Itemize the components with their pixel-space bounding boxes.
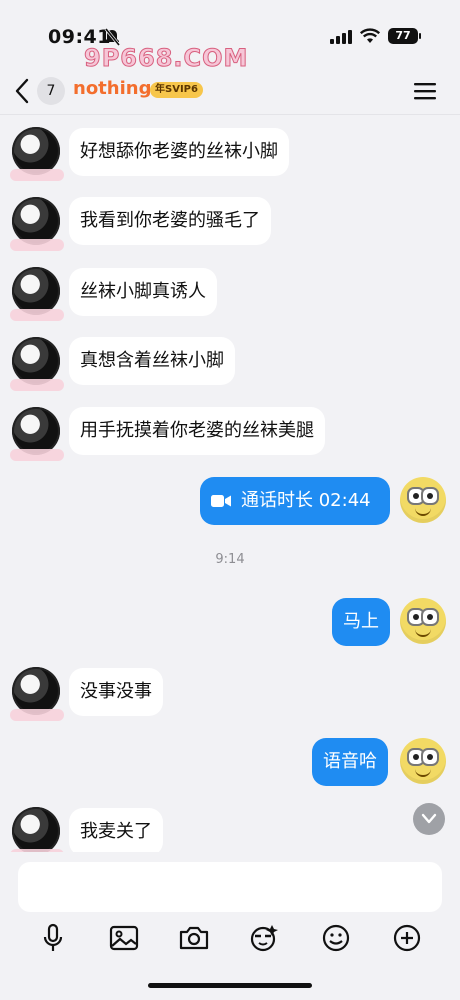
video-call-icon (211, 495, 231, 507)
chat-title: nothing (73, 78, 152, 99)
battery-indicator: 77 (388, 28, 421, 44)
image-icon[interactable] (108, 922, 140, 954)
status-bar: 09:41 9P668.COM 77 (0, 0, 460, 73)
composer (0, 852, 460, 1000)
contact-avatar[interactable] (10, 197, 64, 251)
vip-badge: 年SVIP6 (150, 82, 203, 98)
menu-icon[interactable] (414, 81, 436, 101)
minion-eyes (407, 608, 439, 626)
home-indicator[interactable] (148, 983, 312, 988)
message-bubble-received[interactable]: 丝袜小脚真诱人 (69, 268, 217, 316)
scroll-to-bottom-button[interactable] (413, 803, 445, 835)
chat-header: 7 nothing 年SVIP6 (0, 70, 460, 115)
chevron-down-icon (421, 813, 437, 824)
my-avatar[interactable] (400, 738, 446, 784)
my-avatar[interactable] (400, 598, 446, 644)
emoji-icon[interactable] (320, 922, 352, 954)
message-bubble-received[interactable]: 没事没事 (69, 668, 163, 716)
contact-avatar[interactable] (10, 807, 64, 861)
watermark-text: 9P668.COM (83, 44, 249, 73)
minion-eyes (407, 487, 439, 505)
message-timestamp: 9:14 (215, 552, 245, 567)
my-avatar[interactable] (400, 477, 446, 523)
message-input[interactable] (18, 862, 442, 912)
contact-avatar[interactable] (10, 267, 64, 321)
message-bubble-sent[interactable]: 语音哈 (312, 738, 388, 786)
message-bubble-received[interactable]: 我看到你老婆的骚毛了 (69, 197, 271, 245)
message-bubble-received[interactable]: 用手抚摸着你老婆的丝袜美腿 (69, 407, 325, 455)
call-duration-bubble[interactable]: 通话时长 02:44 (200, 477, 390, 525)
plus-icon[interactable] (391, 922, 423, 954)
composer-toolbar (0, 922, 460, 962)
contact-avatar[interactable] (10, 667, 64, 721)
contact-avatar[interactable] (10, 127, 64, 181)
microphone-icon[interactable] (37, 922, 69, 954)
message-bubble-received[interactable]: 我麦关了 (69, 808, 163, 856)
minion-eyes (407, 748, 439, 766)
back-chevron-icon[interactable] (14, 78, 30, 104)
unread-count-badge[interactable]: 7 (37, 77, 65, 105)
message-bubble-received[interactable]: 真想含着丝袜小脚 (69, 337, 235, 385)
message-bubble-sent[interactable]: 马上 (332, 598, 390, 646)
wifi-icon (360, 28, 380, 43)
contact-avatar[interactable] (10, 407, 64, 461)
call-duration-text: 通话时长 02:44 (241, 490, 371, 511)
contact-avatar[interactable] (10, 337, 64, 391)
camera-icon[interactable] (178, 922, 210, 954)
signal-icon (330, 30, 352, 44)
sticker-icon[interactable] (248, 922, 280, 954)
message-bubble-received[interactable]: 好想舔你老婆的丝袜小脚 (69, 128, 289, 176)
